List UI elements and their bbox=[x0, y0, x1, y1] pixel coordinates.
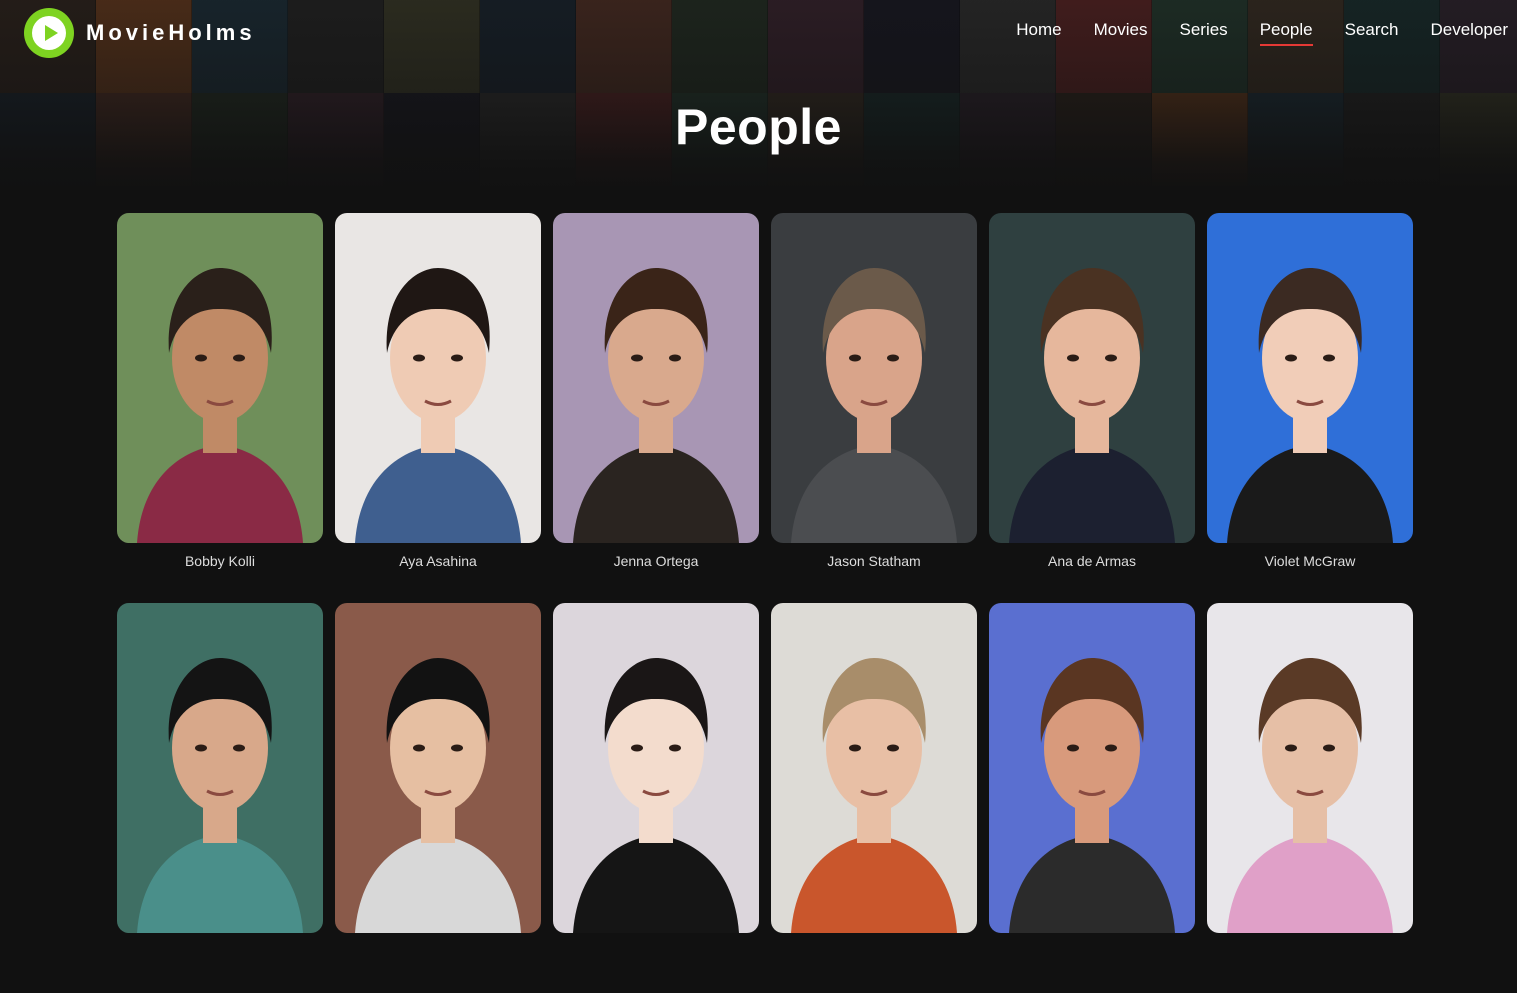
person-name: Jason Statham bbox=[827, 553, 921, 569]
person-name: Ana de Armas bbox=[1048, 553, 1136, 569]
person-card[interactable] bbox=[1207, 603, 1413, 993]
person-card[interactable] bbox=[989, 603, 1195, 993]
person-photo bbox=[1207, 603, 1413, 933]
play-logo-icon bbox=[24, 8, 74, 58]
person-card[interactable] bbox=[771, 603, 977, 993]
person-name: Violet McGraw bbox=[1264, 553, 1356, 569]
person-name: Aya Asahina bbox=[399, 553, 477, 569]
brand-name: MovieHolms bbox=[86, 20, 256, 45]
nav-home[interactable]: Home bbox=[1016, 20, 1061, 44]
person-name: Jenna Ortega bbox=[613, 553, 699, 569]
person-card[interactable] bbox=[553, 603, 759, 993]
person-card[interactable]: Bobby Kolli bbox=[117, 213, 323, 603]
nav-developer[interactable]: Developer bbox=[1431, 20, 1509, 44]
person-photo bbox=[117, 603, 323, 933]
person-photo bbox=[771, 603, 977, 933]
person-photo bbox=[771, 213, 977, 543]
person-card[interactable]: Ana de Armas bbox=[989, 213, 1195, 603]
person-card[interactable]: Jenna Ortega bbox=[553, 213, 759, 603]
person-card[interactable]: Jason Statham bbox=[771, 213, 977, 603]
brand-logo-link[interactable]: MovieHolms bbox=[24, 8, 256, 58]
person-card[interactable] bbox=[335, 603, 541, 993]
person-card[interactable]: Violet McGraw bbox=[1207, 213, 1413, 603]
site-header: MovieHolms Home Movies Series People Sea… bbox=[0, 0, 1517, 66]
person-card[interactable] bbox=[117, 603, 323, 993]
person-card[interactable]: Aya Asahina bbox=[335, 213, 541, 603]
person-photo bbox=[989, 603, 1195, 933]
person-photo bbox=[117, 213, 323, 543]
person-photo bbox=[553, 603, 759, 933]
nav-movies[interactable]: Movies bbox=[1094, 20, 1148, 44]
people-grid: Bobby Kolli Aya Asahina Jenna Ortega Jason … bbox=[117, 213, 1413, 993]
person-photo bbox=[335, 213, 541, 543]
nav-series[interactable]: Series bbox=[1180, 20, 1228, 44]
person-photo bbox=[989, 213, 1195, 543]
main-nav: Home Movies Series People Search Develop… bbox=[984, 20, 1509, 46]
person-photo bbox=[1207, 213, 1413, 543]
nav-search[interactable]: Search bbox=[1345, 20, 1399, 44]
person-photo bbox=[335, 603, 541, 933]
person-name: Bobby Kolli bbox=[184, 553, 256, 569]
nav-people[interactable]: People bbox=[1259, 20, 1313, 46]
page-title: People bbox=[675, 99, 842, 155]
person-photo bbox=[553, 213, 759, 543]
